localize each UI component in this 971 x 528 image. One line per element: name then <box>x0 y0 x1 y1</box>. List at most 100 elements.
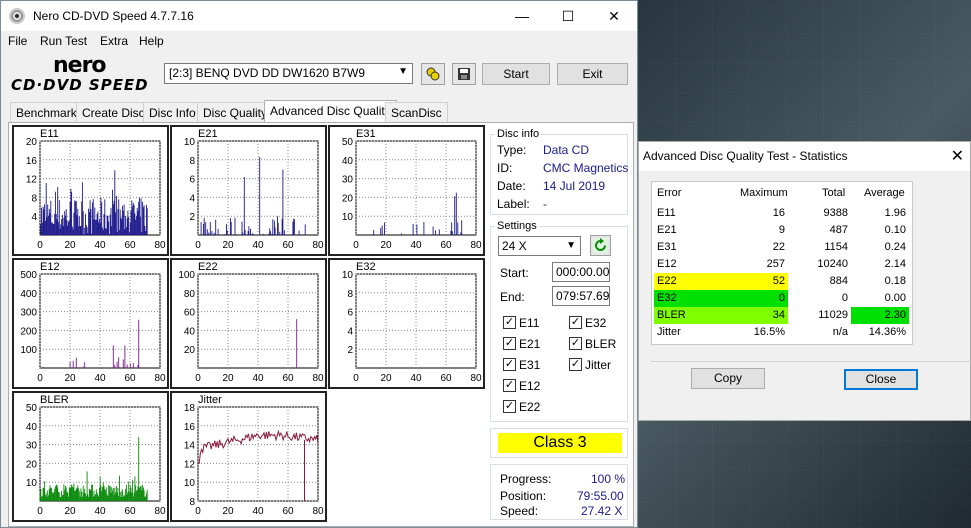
error-name: E31 <box>657 241 677 253</box>
stat-value: n/a <box>832 326 848 338</box>
x-tick-label: 20 <box>64 240 76 251</box>
tab-disc-quality[interactable]: Disc Quality <box>197 102 274 122</box>
y-tick-label: 8 <box>347 289 353 300</box>
start-time-input[interactable]: 000:00.00 <box>552 262 610 282</box>
title-bar[interactable]: Nero CD-DVD Speed 4.7.7.16 — ☐ ✕ <box>1 1 637 31</box>
stat-value: 1.96 <box>884 207 906 219</box>
checkbox-e21[interactable]: ✓ <box>503 337 516 350</box>
end-time-input[interactable]: 079:57.69 <box>552 286 610 306</box>
tab-scandisc[interactable]: ScanDisc <box>385 102 448 122</box>
copy-button[interactable]: Copy <box>691 368 765 389</box>
start-time-label: Start: <box>500 266 529 280</box>
chart-e31: 0 20 40 60 80 10 20 30 40 50 E31 <box>328 125 485 256</box>
close-button[interactable]: Close <box>844 369 918 390</box>
stat-value: 2.14 <box>884 258 906 270</box>
close-icon[interactable]: ✕ <box>951 146 964 166</box>
chart-title: E22 <box>198 261 218 273</box>
error-name: E22 <box>654 273 710 290</box>
x-tick-label: 60 <box>282 240 294 251</box>
x-tick-label: 20 <box>64 373 76 384</box>
checkbox-e32[interactable]: ✓ <box>569 316 582 329</box>
stat-value: 16 <box>772 207 785 219</box>
x-tick-label: 60 <box>282 506 294 517</box>
floppy-disk-icon <box>458 68 470 80</box>
plot-area <box>39 273 161 369</box>
menu-file[interactable]: File <box>8 34 27 48</box>
plot-area <box>197 273 319 369</box>
tab-disc-info[interactable]: Disc Info <box>143 102 202 122</box>
y-tick-label: 30 <box>342 175 354 186</box>
checkbox-e32-label: E32 <box>585 316 607 330</box>
eject-button[interactable] <box>421 63 445 85</box>
chart-bler: 0 20 40 60 80 10 20 30 40 50 BLER <box>12 391 169 522</box>
error-name: E12 <box>657 258 677 270</box>
save-button[interactable] <box>452 63 476 85</box>
y-tick-label: 4 <box>189 193 195 204</box>
menu-extra[interactable]: Extra <box>100 34 128 48</box>
y-tick-label: 10 <box>342 212 354 223</box>
x-tick-label: 20 <box>222 373 234 384</box>
x-tick-label: 40 <box>252 240 264 251</box>
menu-help[interactable]: Help <box>139 34 164 48</box>
checkbox-e12-label: E12 <box>519 379 541 393</box>
checkbox-e31-label: E31 <box>519 358 541 372</box>
x-tick-label: 20 <box>380 373 392 384</box>
menu-run-test[interactable]: Run Test <box>40 34 87 48</box>
drive-select[interactable]: [2:3] BENQ DVD DD DW1620 B7W9 ▼ <box>164 63 413 84</box>
chart-title: E11 <box>40 128 59 140</box>
stat-value: 884 <box>829 275 848 287</box>
chart-e22: 0 20 40 60 80 20 40 60 80 100 E22 <box>170 258 327 389</box>
checkbox-jitter[interactable]: ✓ <box>569 358 582 371</box>
speed-select[interactable]: 24 X ▼ <box>498 236 581 256</box>
x-tick-label: 0 <box>37 240 43 251</box>
tab-benchmark[interactable]: Benchmark <box>10 102 83 122</box>
checkbox-e11[interactable]: ✓ <box>503 316 516 329</box>
x-tick-label: 0 <box>353 240 359 251</box>
refresh-icon <box>593 238 608 253</box>
close-window-button[interactable]: ✕ <box>591 1 637 31</box>
start-button[interactable]: Start <box>482 63 550 85</box>
y-tick-label: 8 <box>31 193 37 204</box>
disc-label-value: - <box>543 197 547 211</box>
x-tick-label: 80 <box>154 240 166 251</box>
x-tick-label: 80 <box>470 240 482 251</box>
checkbox-bler[interactable]: ✓ <box>569 337 582 350</box>
y-tick-label: 40 <box>26 422 38 433</box>
x-tick-label: 20 <box>222 240 234 251</box>
x-tick-label: 40 <box>94 240 106 251</box>
chart-e21: 0 20 40 60 80 2 4 6 8 10 E21 <box>170 125 327 256</box>
y-tick-label: 18 <box>184 403 196 414</box>
tab-create-disc[interactable]: Create Disc <box>76 102 151 122</box>
header-average: Average <box>864 187 905 199</box>
position-label: Position: <box>500 489 547 503</box>
exit-button[interactable]: Exit <box>557 63 628 85</box>
checkbox-e31[interactable]: ✓ <box>503 358 516 371</box>
x-tick-label: 0 <box>195 506 201 517</box>
maximize-button[interactable]: ☐ <box>545 1 591 31</box>
statistics-title-bar[interactable]: Advanced Disc Quality Test - Statistics … <box>639 142 970 171</box>
checkbox-e12[interactable]: ✓ <box>503 379 516 392</box>
position-value: 79:55.00 <box>577 489 624 503</box>
chart-e32: 0 20 40 60 80 2 4 6 8 10 E32 <box>328 258 485 389</box>
y-tick-label: 80 <box>184 289 196 300</box>
x-tick-label: 40 <box>252 373 264 384</box>
y-tick-label: 500 <box>20 270 37 281</box>
progress-value: 100 % <box>591 472 626 486</box>
tab-advanced-disc-quality[interactable]: Advanced Disc Quality <box>264 100 397 123</box>
speed-label: Speed: <box>500 504 539 518</box>
y-tick-label: 30 <box>26 441 38 452</box>
minimize-button[interactable]: — <box>499 1 545 31</box>
x-tick-label: 0 <box>195 373 201 384</box>
refresh-speed-button[interactable] <box>590 235 611 256</box>
stat-value: 10240 <box>817 258 848 270</box>
checkbox-bler-label: BLER <box>585 337 617 351</box>
x-tick-label: 60 <box>124 373 136 384</box>
y-tick-label: 20 <box>184 345 196 356</box>
chart-jitter: 0 20 40 60 80 8 10 12 14 16 18 Jitter <box>170 391 327 522</box>
checkbox-e22[interactable]: ✓ <box>503 400 516 413</box>
x-tick-label: 40 <box>252 506 264 517</box>
disc-date-value: 14 Jul 2019 <box>543 179 606 193</box>
chart-title: E31 <box>356 128 376 140</box>
y-tick-label: 8 <box>189 156 195 167</box>
stat-value: 487 <box>829 224 848 236</box>
